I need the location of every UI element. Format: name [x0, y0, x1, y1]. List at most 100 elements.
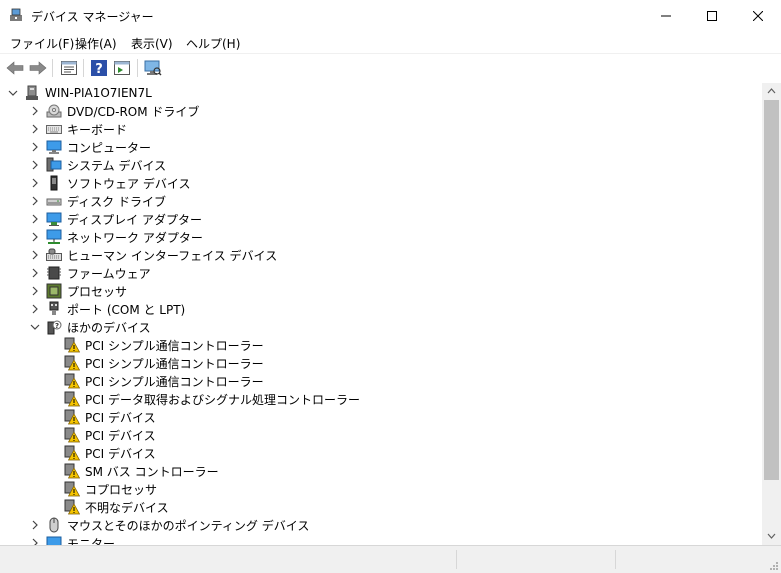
collapse-arrow-icon[interactable]	[6, 84, 20, 102]
close-icon	[753, 10, 763, 21]
expand-arrow-icon[interactable]	[28, 210, 42, 228]
expand-arrow-icon[interactable]	[28, 228, 42, 246]
menu-action[interactable]: 操作(A)	[75, 35, 117, 52]
back-button[interactable]	[5, 58, 25, 78]
tree-device-label: SM バス コントローラー	[85, 464, 219, 479]
title-bar: デバイス マネージャー	[0, 0, 781, 31]
expand-arrow-icon[interactable]	[28, 246, 42, 264]
svg-text:?: ?	[95, 62, 103, 76]
warning-device-icon	[64, 409, 81, 425]
scroll-thumb[interactable]	[764, 100, 779, 480]
tree-device-label: PCI シンプル通信コントローラー	[85, 374, 264, 389]
tree-item-keyboard[interactable]: キーボード	[28, 120, 127, 138]
expand-arrow-icon[interactable]	[28, 516, 42, 534]
tree-item-software[interactable]: ソフトウェア デバイス	[28, 174, 190, 192]
expand-arrow-icon[interactable]	[28, 156, 42, 174]
tree-item-hid[interactable]: ヒューマン インターフェイス デバイス	[28, 246, 277, 264]
tree-device-label: PCI シンプル通信コントローラー	[85, 356, 264, 371]
tree-item-label: キーボード	[67, 122, 128, 137]
tree-item-label: ほかのデバイス	[67, 320, 151, 335]
tree-item-label: ソフトウェア デバイス	[67, 176, 191, 191]
tree-root-label: WIN-PIA1O7IEN7L	[45, 86, 152, 100]
tree-device-item[interactable]: PCI データ取得およびシグナル処理コントローラー	[64, 390, 360, 408]
tree-device-item[interactable]: 不明なデバイス	[64, 498, 169, 516]
close-button[interactable]	[735, 0, 781, 31]
expand-arrow-icon[interactable]	[28, 534, 42, 545]
scroll-down-icon[interactable]	[767, 533, 776, 539]
menu-view[interactable]: 表示(V)	[131, 35, 173, 52]
expand-arrow-icon[interactable]	[28, 192, 42, 210]
mouse-icon	[46, 517, 62, 533]
toolbar-separator	[52, 59, 53, 77]
expand-arrow-icon[interactable]	[28, 264, 42, 282]
expand-arrow-icon[interactable]	[28, 102, 42, 120]
dvd-drive-icon	[46, 103, 62, 119]
hid-icon	[46, 247, 62, 263]
tree-device-label: PCI データ取得およびシグナル処理コントローラー	[85, 392, 360, 407]
tree-item-system[interactable]: システム デバイス	[28, 156, 166, 174]
tree-item-label: マウスとそのほかのポインティング デバイス	[67, 518, 310, 533]
resize-grip-icon[interactable]	[768, 560, 778, 570]
tree-device-item[interactable]: PCI デバイス	[64, 444, 156, 462]
tree-device-item[interactable]: PCI デバイス	[64, 426, 156, 444]
computer-icon	[46, 139, 62, 155]
scan-hardware-button[interactable]	[143, 58, 163, 78]
expand-arrow-icon[interactable]	[28, 282, 42, 300]
back-icon	[6, 61, 24, 75]
forward-button[interactable]	[28, 58, 48, 78]
menu-bar: ファイル(F) 操作(A) 表示(V) ヘルプ(H)	[0, 31, 781, 53]
tree-item-label: ファームウェア	[67, 266, 151, 281]
tree-item-port[interactable]: ポート (COM と LPT)	[28, 300, 185, 318]
forward-icon	[29, 61, 47, 75]
help-icon: ?	[91, 60, 107, 76]
toolbar: ?	[0, 53, 781, 84]
tree-device-item[interactable]: PCI デバイス	[64, 408, 156, 426]
menu-file[interactable]: ファイル(F)	[10, 35, 74, 52]
device-tree: WIN-PIA1O7IEN7L DVD/CD-ROM ドライブ キーボード コン…	[0, 83, 762, 545]
firmware-icon	[46, 265, 62, 281]
menu-help[interactable]: ヘルプ(H)	[186, 35, 240, 52]
tree-item-disk[interactable]: ディスク ドライブ	[28, 192, 166, 210]
tree-device-label: PCI デバイス	[85, 410, 156, 425]
tree-item-label: ポート (COM と LPT)	[67, 302, 186, 317]
system-devices-icon	[46, 157, 62, 173]
help-button[interactable]: ?	[89, 58, 109, 78]
network-adapter-icon	[46, 229, 62, 245]
tree-item-monitor[interactable]: モニター	[28, 534, 115, 545]
maximize-button[interactable]	[689, 0, 735, 31]
collapse-arrow-icon[interactable]	[28, 318, 42, 336]
tree-root[interactable]: WIN-PIA1O7IEN7L	[6, 84, 152, 102]
expand-arrow-icon[interactable]	[28, 138, 42, 156]
disk-drive-icon	[46, 193, 62, 209]
tree-device-item[interactable]: PCI シンプル通信コントローラー	[64, 336, 264, 354]
toolbar-separator	[83, 59, 84, 77]
scroll-up-icon[interactable]	[767, 88, 776, 94]
port-icon	[46, 301, 62, 317]
tree-device-item[interactable]: SM バス コントローラー	[64, 462, 219, 480]
tree-item-label: コンピューター	[67, 140, 152, 155]
tree-device-item[interactable]: PCI シンプル通信コントローラー	[64, 354, 264, 372]
warning-device-icon	[64, 481, 81, 497]
tree-item-mouse[interactable]: マウスとそのほかのポインティング デバイス	[28, 516, 309, 534]
vertical-scrollbar[interactable]	[762, 83, 781, 545]
tree-item-label: モニター	[67, 536, 116, 546]
update-driver-button[interactable]	[112, 58, 132, 78]
tree-device-item[interactable]: PCI シンプル通信コントローラー	[64, 372, 264, 390]
expand-arrow-icon[interactable]	[28, 300, 42, 318]
expand-arrow-icon[interactable]	[28, 120, 42, 138]
tree-item-other-devices[interactable]: ? ほかのデバイス	[28, 318, 151, 336]
minimize-button[interactable]	[643, 0, 689, 31]
tree-item-display[interactable]: ディスプレイ アダプター	[28, 210, 202, 228]
window-title: デバイス マネージャー	[31, 10, 154, 24]
tree-device-label: PCI デバイス	[85, 446, 156, 461]
properties-button[interactable]	[59, 58, 79, 78]
tree-device-item[interactable]: コプロセッサ	[64, 480, 157, 498]
tree-item-processor[interactable]: プロセッサ	[28, 282, 127, 300]
tree-item-dvd[interactable]: DVD/CD-ROM ドライブ	[28, 102, 199, 120]
expand-arrow-icon[interactable]	[28, 174, 42, 192]
tree-item-network[interactable]: ネットワーク アダプター	[28, 228, 203, 246]
tree-item-firmware[interactable]: ファームウェア	[28, 264, 151, 282]
scan-hardware-icon	[144, 60, 162, 76]
maximize-icon	[707, 10, 717, 21]
tree-item-computer[interactable]: コンピューター	[28, 138, 151, 156]
